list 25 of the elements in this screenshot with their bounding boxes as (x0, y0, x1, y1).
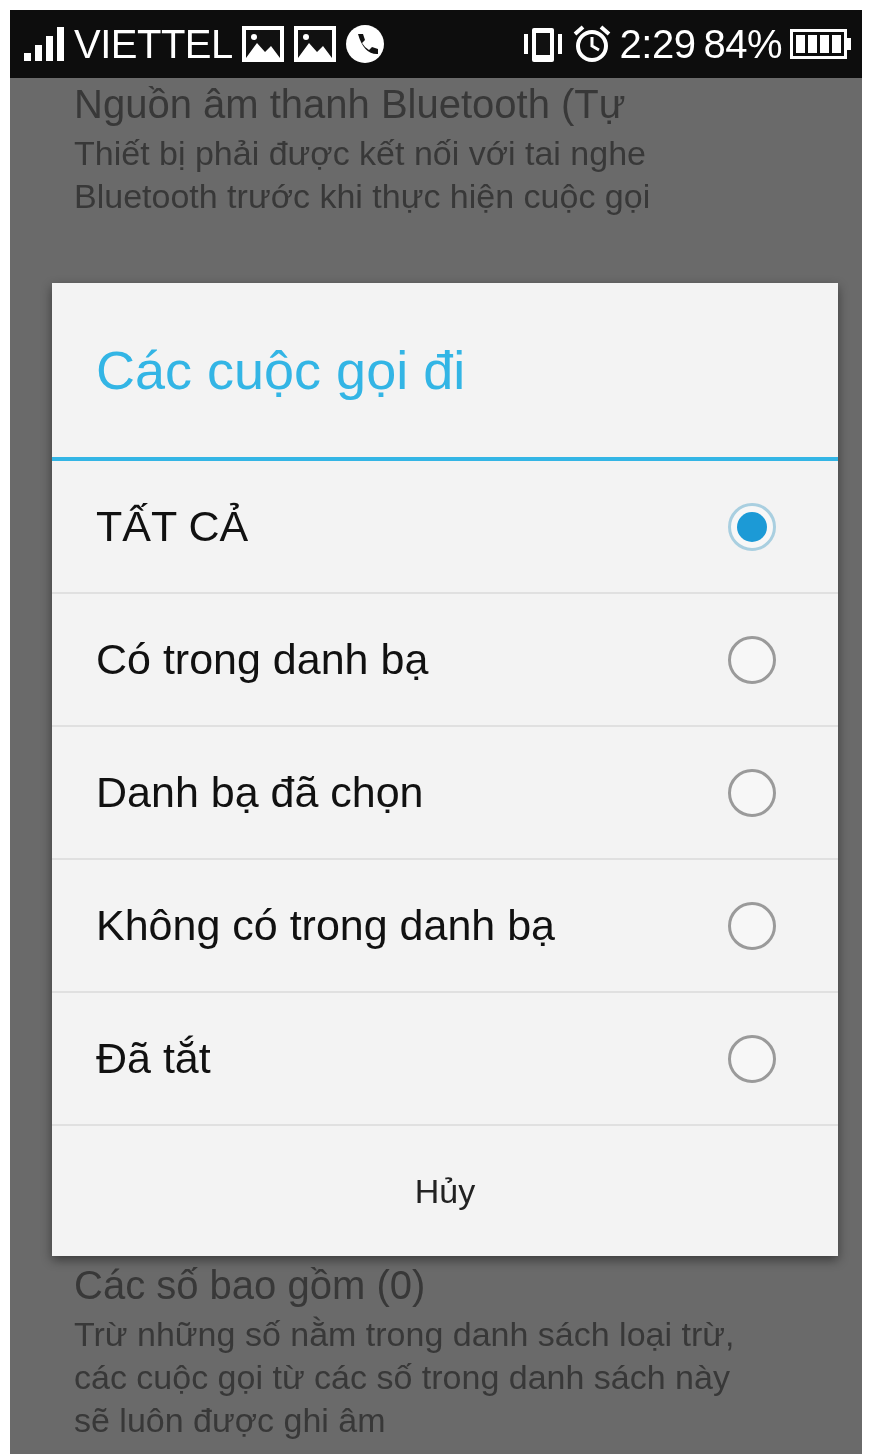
radio-button[interactable] (728, 635, 776, 684)
option-row[interactable]: Không có trong danh bạ (52, 860, 838, 993)
battery-icon (790, 29, 852, 59)
radio-button[interactable] (728, 768, 776, 817)
battery-percent: 84% (703, 21, 782, 67)
radio-button[interactable] (728, 502, 776, 551)
clock-time: 2:29 (619, 21, 696, 67)
carrier-name: VIETTEL (74, 21, 233, 67)
image-icon (240, 25, 285, 63)
alarm-icon (571, 24, 612, 64)
cancel-button[interactable]: Hủy (52, 1126, 838, 1256)
image-icon (292, 25, 337, 63)
option-row[interactable]: TẤT CẢ (52, 461, 838, 594)
dialog-title: Các cuộc gọi đi (96, 339, 466, 401)
phone-icon (344, 24, 385, 64)
option-row[interactable]: Có trong danh bạ (52, 594, 838, 727)
option-row[interactable]: Danh bạ đã chọn (52, 727, 838, 860)
option-label: Đã tắt (96, 1034, 211, 1083)
option-label: Danh bạ đã chọn (96, 768, 424, 817)
option-label: Có trong danh bạ (96, 635, 429, 684)
option-label: Không có trong danh bạ (96, 901, 556, 950)
signal-icon (24, 27, 66, 61)
radio-button[interactable] (728, 1034, 776, 1083)
option-label: TẤT CẢ (96, 502, 249, 551)
radio-button[interactable] (728, 901, 776, 950)
